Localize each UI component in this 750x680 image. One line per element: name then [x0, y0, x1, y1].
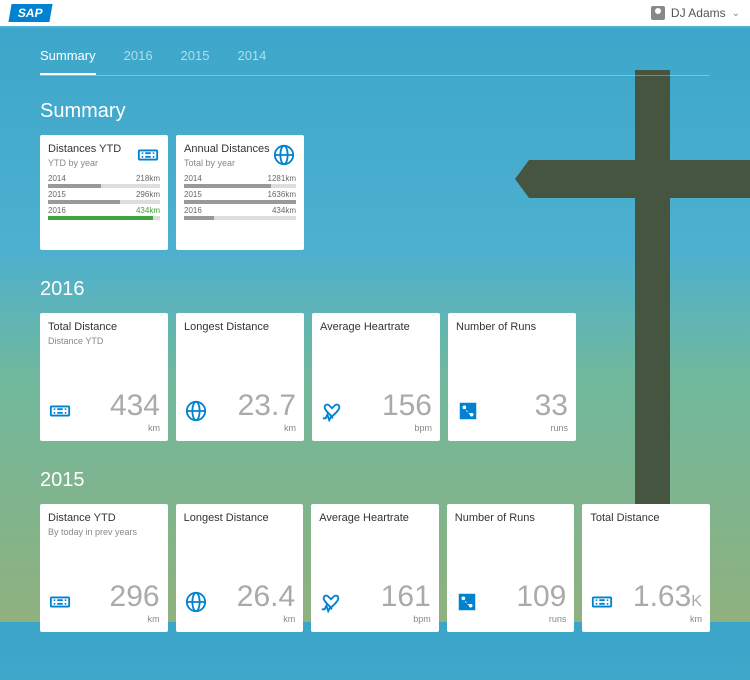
- chevron-down-icon: ⌄: [732, 8, 740, 19]
- user-icon: [651, 6, 665, 20]
- tile-title: Longest Distance: [184, 512, 296, 525]
- tile[interactable]: Number of Runs 109 runs: [447, 504, 575, 632]
- tile-value: 109: [479, 580, 567, 614]
- tile-unit: bpm: [319, 614, 431, 624]
- tile-title: Average Heartrate: [320, 321, 432, 334]
- user-menu[interactable]: DJ Adams ⌄: [651, 6, 740, 20]
- tile[interactable]: Number of Runs 33 runs: [448, 313, 576, 441]
- tile-row: Distances YTD YTD by year 2014218km 2015…: [40, 135, 710, 250]
- tab-2015[interactable]: 2015: [181, 48, 210, 75]
- tile-unit: km: [184, 614, 296, 624]
- tab-2014[interactable]: 2014: [237, 48, 266, 75]
- globe-icon: [184, 399, 208, 423]
- tile[interactable]: Distance YTD By today in prev years 296 …: [40, 504, 168, 632]
- tile[interactable]: Annual Distances Total by year 20141281k…: [176, 135, 304, 250]
- tile-value: 23.7: [208, 389, 296, 423]
- tile-title: Distance YTD: [48, 512, 160, 525]
- user-name: DJ Adams: [671, 6, 726, 20]
- tile-title: Annual Distances: [184, 143, 270, 156]
- section-title: Summary: [40, 100, 710, 123]
- section-title: 2016: [40, 278, 710, 301]
- bar-list: 2014218km 2015296km 2016434km: [48, 172, 160, 220]
- route-icon: [456, 399, 480, 423]
- tile-unit: km: [48, 423, 160, 433]
- tile-title: Total Distance: [48, 321, 160, 334]
- tile-unit: runs: [456, 423, 568, 433]
- tile[interactable]: Longest Distance 26.4 km: [176, 504, 304, 632]
- tab-summary[interactable]: Summary: [40, 48, 96, 75]
- globe-icon: [184, 590, 208, 614]
- section-title: 2015: [40, 469, 710, 492]
- tile-subtitle: By today in prev years: [48, 527, 160, 537]
- tile-unit: runs: [455, 614, 567, 624]
- sap-logo: SAP: [8, 4, 52, 22]
- tile[interactable]: Average Heartrate 161 bpm: [311, 504, 439, 632]
- heart-icon: [320, 399, 344, 423]
- tile-value: 1.63K: [614, 580, 702, 614]
- tile-subtitle: YTD by year: [48, 158, 121, 168]
- tile-title: Number of Runs: [456, 321, 568, 334]
- tile-value: 33: [480, 389, 568, 423]
- tile-value: 296: [72, 580, 160, 614]
- card-icon: [48, 590, 72, 614]
- tile-value: 156: [344, 389, 432, 423]
- tile-subtitle: Total by year: [184, 158, 270, 168]
- tile-title: Longest Distance: [184, 321, 296, 334]
- app-header: SAP DJ Adams ⌄: [0, 0, 750, 28]
- tile-value: 26.4: [208, 580, 296, 614]
- tile[interactable]: Total Distance Distance YTD 434 km: [40, 313, 168, 441]
- heart-icon: [319, 590, 343, 614]
- tile[interactable]: Longest Distance 23.7 km: [176, 313, 304, 441]
- tile-unit: km: [590, 614, 702, 624]
- tile-title: Total Distance: [590, 512, 702, 525]
- tile-row: Distance YTD By today in prev years 296 …: [40, 504, 710, 632]
- bar-list: 20141281km 20151636km 2016434km: [184, 172, 296, 220]
- card-icon: [590, 590, 614, 614]
- tile-title: Average Heartrate: [319, 512, 431, 525]
- card-icon: [48, 399, 72, 423]
- tile-title: Distances YTD: [48, 143, 121, 156]
- tile[interactable]: Total Distance 1.63K km: [582, 504, 710, 632]
- main-content: Summary 2016 2015 2014 Summary Distances YT…: [0, 28, 750, 680]
- card-icon: [136, 143, 160, 167]
- route-icon: [455, 590, 479, 614]
- tab-2016[interactable]: 2016: [124, 48, 153, 75]
- tile[interactable]: Average Heartrate 156 bpm: [312, 313, 440, 441]
- tile-subtitle: Distance YTD: [48, 336, 160, 346]
- globe-icon: [272, 143, 296, 167]
- tile-value: 434: [72, 389, 160, 423]
- tile-unit: km: [184, 423, 296, 433]
- tile-unit: bpm: [320, 423, 432, 433]
- tile-row: Total Distance Distance YTD 434 km Longe…: [40, 313, 710, 441]
- tile-value: 161: [343, 580, 431, 614]
- tile[interactable]: Distances YTD YTD by year 2014218km 2015…: [40, 135, 168, 250]
- tile-unit: km: [48, 614, 160, 624]
- tab-bar: Summary 2016 2015 2014: [40, 48, 710, 76]
- tile-title: Number of Runs: [455, 512, 567, 525]
